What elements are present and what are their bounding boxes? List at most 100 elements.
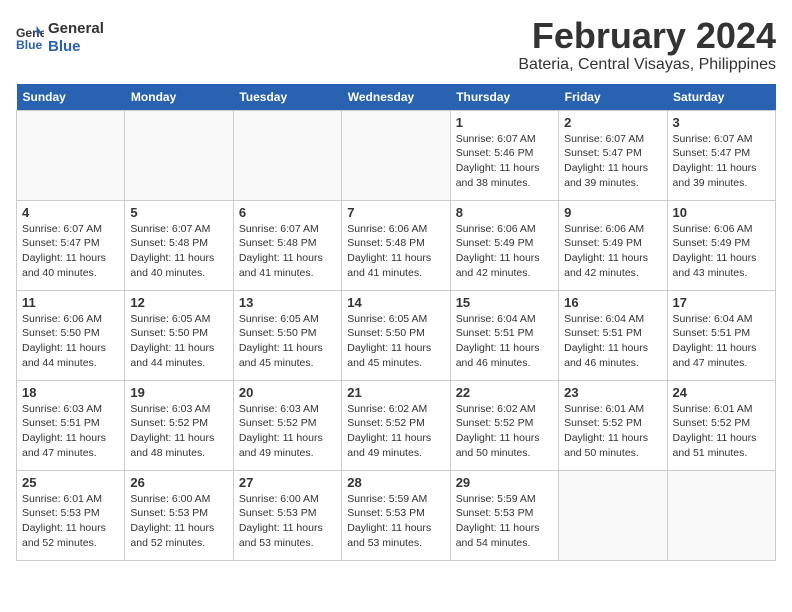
calendar-cell: 2Sunrise: 6:07 AMSunset: 5:47 PMDaylight…	[559, 110, 667, 200]
calendar-cell	[125, 110, 233, 200]
calendar-cell	[667, 470, 775, 560]
day-number: 6	[239, 205, 336, 220]
day-info: Sunrise: 6:07 AMSunset: 5:47 PMDaylight:…	[673, 132, 770, 191]
day-info: Sunrise: 5:59 AMSunset: 5:53 PMDaylight:…	[347, 492, 444, 551]
day-number: 7	[347, 205, 444, 220]
location-title: Bateria, Central Visayas, Philippines	[518, 56, 776, 74]
calendar-cell: 28 Sunrise: 5:59 AMSunset: 5:53 PMDayligh…	[342, 470, 450, 560]
day-info: Sunrise: 6:02 AMSunset: 5:52 PMDaylight:…	[347, 402, 444, 461]
day-number: 15	[456, 295, 553, 310]
calendar-cell: 25 Sunrise: 6:01 AMSunset: 5:53 PMDayligh…	[17, 470, 125, 560]
day-number: 22	[456, 385, 553, 400]
calendar-week-row: 11Sunrise: 6:06 AMSunset: 5:50 PMDayligh…	[17, 290, 776, 380]
weekday-header-tuesday: Tuesday	[233, 84, 341, 111]
calendar-cell: 26 Sunrise: 6:00 AMSunset: 5:53 PMDayligh…	[125, 470, 233, 560]
day-info: Sunrise: 6:01 AMSunset: 5:52 PMDaylight:…	[673, 402, 770, 461]
day-info: Sunrise: 6:07 AMSunset: 5:48 PMDaylight:…	[130, 222, 227, 281]
calendar-cell: 22Sunrise: 6:02 AMSunset: 5:52 PMDayligh…	[450, 380, 558, 470]
day-info: Sunrise: 6:04 AMSunset: 5:51 PMDaylight:…	[456, 312, 553, 371]
calendar-cell: 23 Sunrise: 6:01 AMSunset: 5:52 PMDayligh…	[559, 380, 667, 470]
calendar-cell: 29 Sunrise: 5:59 AMSunset: 5:53 PMDayligh…	[450, 470, 558, 560]
weekday-header-saturday: Saturday	[667, 84, 775, 111]
day-number: 2	[564, 115, 661, 130]
day-info: Sunrise: 6:05 AMSunset: 5:50 PMDaylight:…	[239, 312, 336, 371]
calendar-cell: 24Sunrise: 6:01 AMSunset: 5:52 PMDayligh…	[667, 380, 775, 470]
calendar-cell: 16Sunrise: 6:04 AMSunset: 5:51 PMDayligh…	[559, 290, 667, 380]
day-number: 19	[130, 385, 227, 400]
day-number: 8	[456, 205, 553, 220]
day-info: Sunrise: 6:04 AMSunset: 5:51 PMDaylight:…	[673, 312, 770, 371]
calendar-cell	[342, 110, 450, 200]
calendar-cell: 19 Sunrise: 6:03 AMSunset: 5:52 PMDayligh…	[125, 380, 233, 470]
day-info: Sunrise: 5:59 AMSunset: 5:53 PMDaylight:…	[456, 492, 553, 551]
calendar-cell: 13Sunrise: 6:05 AMSunset: 5:50 PMDayligh…	[233, 290, 341, 380]
calendar-cell: 5Sunrise: 6:07 AMSunset: 5:48 PMDaylight…	[125, 200, 233, 290]
day-info: Sunrise: 6:03 AMSunset: 5:52 PMDaylight:…	[130, 402, 227, 461]
calendar-cell: 1 Sunrise: 6:07 AMSunset: 5:46 PMDaylight…	[450, 110, 558, 200]
day-number: 26	[130, 475, 227, 490]
day-info: Sunrise: 6:04 AMSunset: 5:51 PMDaylight:…	[564, 312, 661, 371]
day-number: 29	[456, 475, 553, 490]
day-info: Sunrise: 6:00 AMSunset: 5:53 PMDaylight:…	[130, 492, 227, 551]
page-header: General Blue General Blue February 2024 …	[16, 16, 776, 74]
day-number: 14	[347, 295, 444, 310]
calendar-cell: 27 Sunrise: 6:00 AMSunset: 5:53 PMDayligh…	[233, 470, 341, 560]
weekday-header-sunday: Sunday	[17, 84, 125, 111]
logo-general: General	[48, 20, 104, 38]
day-number: 21	[347, 385, 444, 400]
calendar-week-row: 1 Sunrise: 6:07 AMSunset: 5:46 PMDaylight…	[17, 110, 776, 200]
day-info: Sunrise: 6:01 AMSunset: 5:52 PMDaylight:…	[564, 402, 661, 461]
day-info: Sunrise: 6:07 AMSunset: 5:47 PMDaylight:…	[22, 222, 119, 281]
calendar-cell: 11Sunrise: 6:06 AMSunset: 5:50 PMDayligh…	[17, 290, 125, 380]
logo-blue: Blue	[48, 38, 104, 56]
calendar-cell	[17, 110, 125, 200]
calendar-cell: 3 Sunrise: 6:07 AMSunset: 5:47 PMDaylight…	[667, 110, 775, 200]
logo: General Blue General Blue	[16, 20, 104, 56]
calendar-cell: 9Sunrise: 6:06 AMSunset: 5:49 PMDaylight…	[559, 200, 667, 290]
month-title: February 2024	[518, 16, 776, 56]
day-number: 18	[22, 385, 119, 400]
calendar-cell	[233, 110, 341, 200]
calendar-table: SundayMondayTuesdayWednesdayThursdayFrid…	[16, 84, 776, 561]
day-info: Sunrise: 6:07 AMSunset: 5:46 PMDaylight:…	[456, 132, 553, 191]
logo-icon: General Blue	[16, 24, 44, 52]
day-number: 28	[347, 475, 444, 490]
weekday-header-wednesday: Wednesday	[342, 84, 450, 111]
calendar-cell: 15 Sunrise: 6:04 AMSunset: 5:51 PMDayligh…	[450, 290, 558, 380]
day-info: Sunrise: 6:06 AMSunset: 5:48 PMDaylight:…	[347, 222, 444, 281]
day-number: 25	[22, 475, 119, 490]
title-block: February 2024 Bateria, Central Visayas, …	[518, 16, 776, 74]
calendar-cell: 12 Sunrise: 6:05 AMSunset: 5:50 PMDayligh…	[125, 290, 233, 380]
day-number: 27	[239, 475, 336, 490]
calendar-cell: 8Sunrise: 6:06 AMSunset: 5:49 PMDaylight…	[450, 200, 558, 290]
calendar-cell: 4 Sunrise: 6:07 AMSunset: 5:47 PMDaylight…	[17, 200, 125, 290]
calendar-cell: 21 Sunrise: 6:02 AMSunset: 5:52 PMDayligh…	[342, 380, 450, 470]
day-number: 23	[564, 385, 661, 400]
day-info: Sunrise: 6:01 AMSunset: 5:53 PMDaylight:…	[22, 492, 119, 551]
calendar-cell: 7 Sunrise: 6:06 AMSunset: 5:48 PMDaylight…	[342, 200, 450, 290]
day-number: 4	[22, 205, 119, 220]
day-info: Sunrise: 6:00 AMSunset: 5:53 PMDaylight:…	[239, 492, 336, 551]
day-number: 12	[130, 295, 227, 310]
weekday-header-thursday: Thursday	[450, 84, 558, 111]
day-number: 1	[456, 115, 553, 130]
calendar-week-row: 4 Sunrise: 6:07 AMSunset: 5:47 PMDaylight…	[17, 200, 776, 290]
calendar-cell: 6 Sunrise: 6:07 AMSunset: 5:48 PMDaylight…	[233, 200, 341, 290]
svg-text:Blue: Blue	[16, 38, 43, 52]
calendar-cell: 10 Sunrise: 6:06 AMSunset: 5:49 PMDayligh…	[667, 200, 775, 290]
day-number: 20	[239, 385, 336, 400]
day-info: Sunrise: 6:06 AMSunset: 5:50 PMDaylight:…	[22, 312, 119, 371]
day-number: 10	[673, 205, 770, 220]
day-info: Sunrise: 6:06 AMSunset: 5:49 PMDaylight:…	[564, 222, 661, 281]
day-number: 3	[673, 115, 770, 130]
day-number: 17	[673, 295, 770, 310]
day-info: Sunrise: 6:06 AMSunset: 5:49 PMDaylight:…	[673, 222, 770, 281]
calendar-cell	[559, 470, 667, 560]
weekday-header-monday: Monday	[125, 84, 233, 111]
day-info: Sunrise: 6:05 AMSunset: 5:50 PMDaylight:…	[347, 312, 444, 371]
weekday-header-row: SundayMondayTuesdayWednesdayThursdayFrid…	[17, 84, 776, 111]
day-info: Sunrise: 6:05 AMSunset: 5:50 PMDaylight:…	[130, 312, 227, 371]
weekday-header-friday: Friday	[559, 84, 667, 111]
day-info: Sunrise: 6:07 AMSunset: 5:48 PMDaylight:…	[239, 222, 336, 281]
calendar-week-row: 25 Sunrise: 6:01 AMSunset: 5:53 PMDayligh…	[17, 470, 776, 560]
